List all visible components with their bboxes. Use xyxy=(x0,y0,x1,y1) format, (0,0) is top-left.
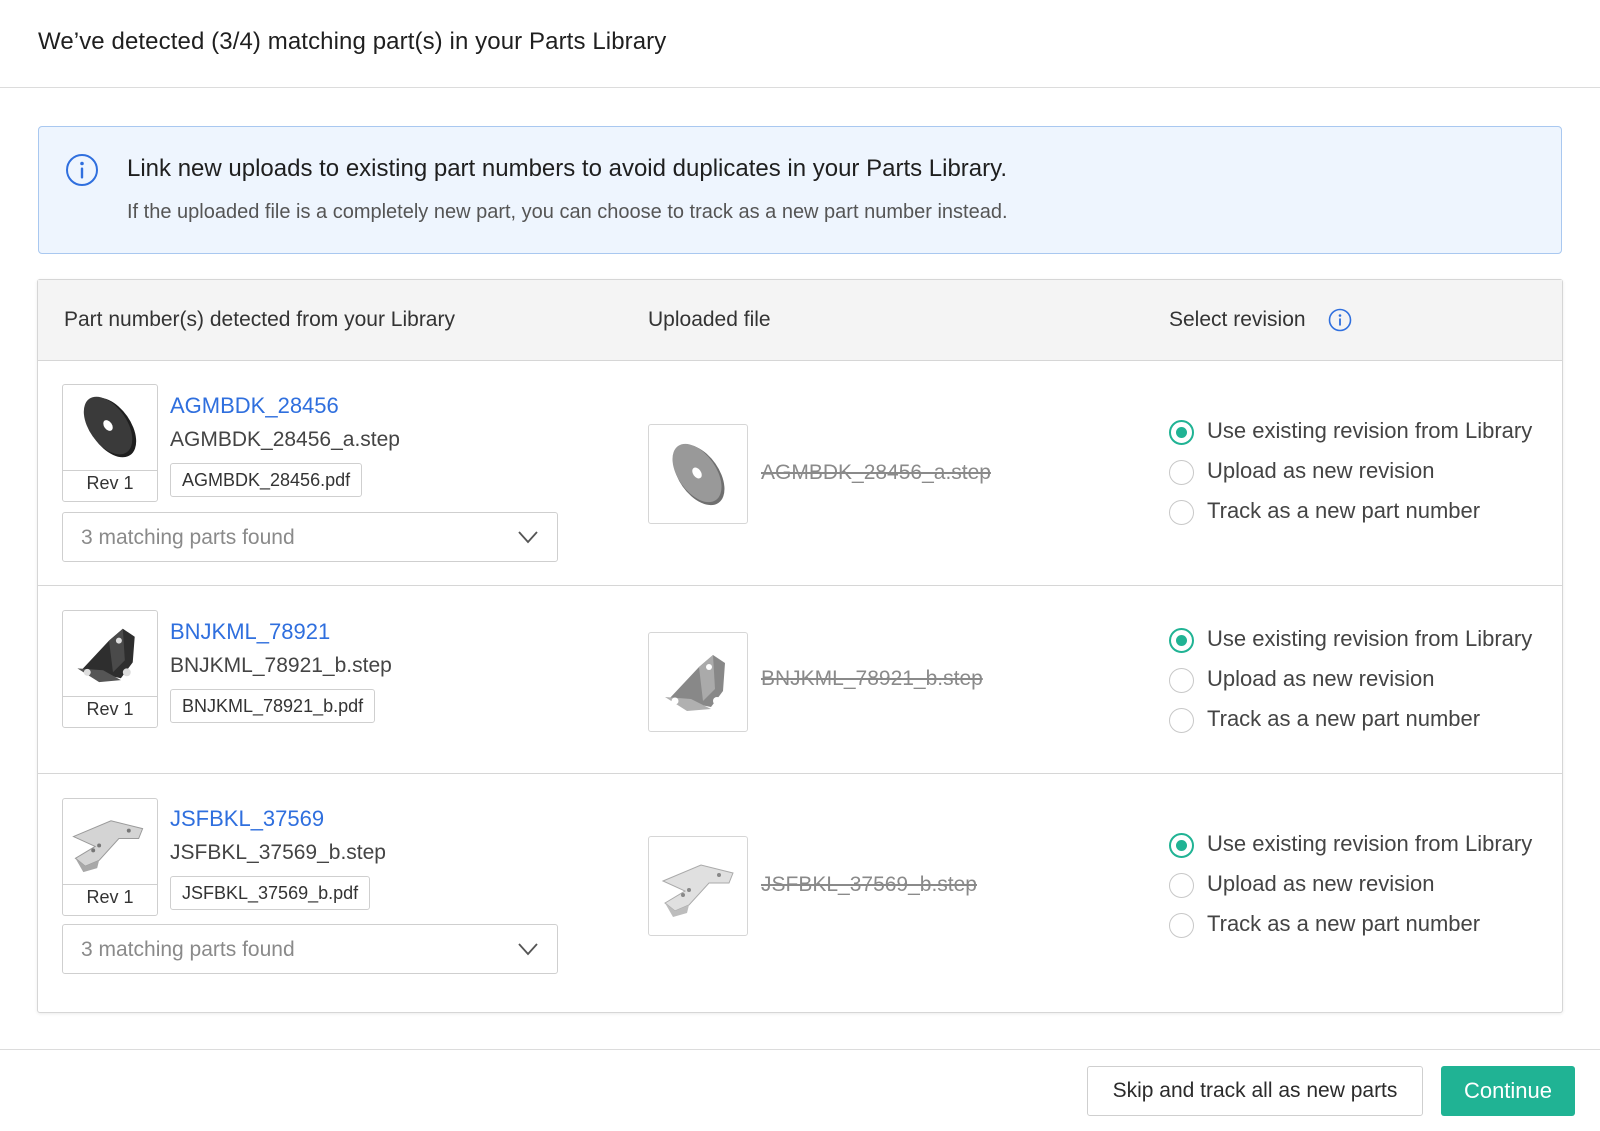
matching-parts-dropdown[interactable]: 3 matching parts found xyxy=(62,924,558,974)
revision-info-icon[interactable] xyxy=(1328,308,1352,332)
radio-circle[interactable] xyxy=(1169,873,1194,898)
radio-use-existing[interactable]: Use existing revision from Library xyxy=(1169,417,1549,447)
washer-upload-image xyxy=(672,443,725,506)
uploaded-file-thumbnail xyxy=(648,424,748,524)
revision-label: Rev 1 xyxy=(86,473,134,493)
radio-use-existing[interactable]: Use existing revision from Library xyxy=(1169,830,1549,860)
radio-label: Track as a new part number xyxy=(1207,911,1481,936)
part-thumbnail-card[interactable]: Rev 1 xyxy=(62,384,158,502)
radio-label: Upload as new revision xyxy=(1207,871,1435,896)
matching-parts-table: Part number(s) detected from your Librar… xyxy=(37,279,1563,1013)
radio-track-new-part[interactable]: Track as a new part number xyxy=(1169,705,1549,735)
part-thumbnail-card[interactable]: Rev 1 xyxy=(62,610,158,728)
continue-button[interactable]: Continue xyxy=(1441,1066,1575,1116)
part-step-file: JSFBKL_37569_b.step xyxy=(170,841,386,864)
part-number-link[interactable]: BNJKML_78921 xyxy=(170,619,330,645)
part-thumbnail-card[interactable]: Rev 1 xyxy=(62,798,158,916)
radio-label: Use existing revision from Library xyxy=(1207,831,1533,856)
bracket-upload-image xyxy=(665,655,725,711)
revision-label: Rev 1 xyxy=(86,887,134,907)
part-step-file: AGMBDK_28456_a.step xyxy=(170,428,400,451)
part-pdf-file[interactable]: BNJKML_78921_b.pdf xyxy=(170,689,376,723)
skip-track-all-button[interactable]: Skip and track all as new parts xyxy=(1087,1066,1423,1116)
radio-upload-new-revision[interactable]: Upload as new revision xyxy=(1169,457,1549,487)
radio-circle[interactable] xyxy=(1169,420,1194,445)
uploaded-file-thumbnail xyxy=(648,632,748,732)
bracket-part-image xyxy=(63,628,157,697)
part-pdf-file[interactable]: AGMBDK_28456.pdf xyxy=(170,463,363,497)
dialog-title: We’ve detected (3/4) matching part(s) in… xyxy=(38,28,667,55)
column-header-revision: Select revision xyxy=(1169,308,1306,331)
dialog-header: We’ve detected (3/4) matching part(s) in… xyxy=(0,0,1600,88)
table-header: Part number(s) detected from your Librar… xyxy=(38,280,1562,361)
matching-parts-dropdown[interactable]: 3 matching parts found xyxy=(62,512,558,562)
matching-parts-label: 3 matching parts found xyxy=(81,938,295,961)
dialog-footer: Skip and track all as new parts Continue xyxy=(0,1049,1600,1131)
part-number-link[interactable]: AGMBDK_28456 xyxy=(170,393,339,419)
uploaded-file-name: BNJKML_78921_b.step xyxy=(761,667,983,690)
radio-circle[interactable] xyxy=(1169,668,1194,693)
radio-label: Use existing revision from Library xyxy=(1207,418,1533,443)
radio-upload-new-revision[interactable]: Upload as new revision xyxy=(1169,665,1549,695)
radio-label: Track as a new part number xyxy=(1207,706,1481,731)
matching-parts-label: 3 matching parts found xyxy=(81,526,295,549)
column-header-uploaded: Uploaded file xyxy=(648,308,771,331)
plate-part-image xyxy=(63,820,157,885)
radio-circle[interactable] xyxy=(1169,460,1194,485)
plate-upload-image xyxy=(661,864,734,917)
uploaded-file-name: JSFBKL_37569_b.step xyxy=(761,873,977,896)
radio-circle[interactable] xyxy=(1169,708,1194,733)
radio-label: Upload as new revision xyxy=(1207,666,1435,691)
info-banner: Link new uploads to existing part number… xyxy=(38,126,1562,254)
chevron-down-icon xyxy=(518,531,538,544)
part-number-link[interactable]: JSFBKL_37569 xyxy=(170,806,324,832)
radio-circle[interactable] xyxy=(1169,628,1194,653)
radio-circle[interactable] xyxy=(1169,833,1194,858)
info-banner-title: Link new uploads to existing part number… xyxy=(127,155,1008,182)
radio-use-existing[interactable]: Use existing revision from Library xyxy=(1169,625,1549,655)
column-header-detected: Part number(s) detected from your Librar… xyxy=(64,308,455,331)
info-banner-subtitle: If the uploaded file is a completely new… xyxy=(127,201,1008,223)
table-row: Rev 1 BNJKML_78921 BNJKML_78921_b.step B… xyxy=(38,586,1562,774)
radio-label: Use existing revision from Library xyxy=(1207,626,1533,651)
radio-label: Track as a new part number xyxy=(1207,498,1481,523)
part-pdf-file[interactable]: JSFBKL_37569_b.pdf xyxy=(170,876,371,910)
radio-label: Upload as new revision xyxy=(1207,458,1435,483)
radio-circle[interactable] xyxy=(1169,913,1194,938)
uploaded-file-thumbnail xyxy=(648,836,748,936)
radio-track-new-part[interactable]: Track as a new part number xyxy=(1169,910,1549,940)
washer-part-image xyxy=(63,396,157,471)
revision-label: Rev 1 xyxy=(86,699,134,719)
chevron-down-icon xyxy=(518,943,538,956)
table-row: Rev 1 AGMBDK_28456 AGMBDK_28456_a.step A… xyxy=(38,361,1562,586)
uploaded-file-name: AGMBDK_28456_a.step xyxy=(761,461,991,484)
radio-track-new-part[interactable]: Track as a new part number xyxy=(1169,497,1549,527)
radio-upload-new-revision[interactable]: Upload as new revision xyxy=(1169,870,1549,900)
radio-circle[interactable] xyxy=(1169,500,1194,525)
info-icon xyxy=(66,154,98,186)
table-row: Rev 1 JSFBKL_37569 JSFBKL_37569_b.step J… xyxy=(38,774,1562,1012)
part-step-file: BNJKML_78921_b.step xyxy=(170,654,392,677)
